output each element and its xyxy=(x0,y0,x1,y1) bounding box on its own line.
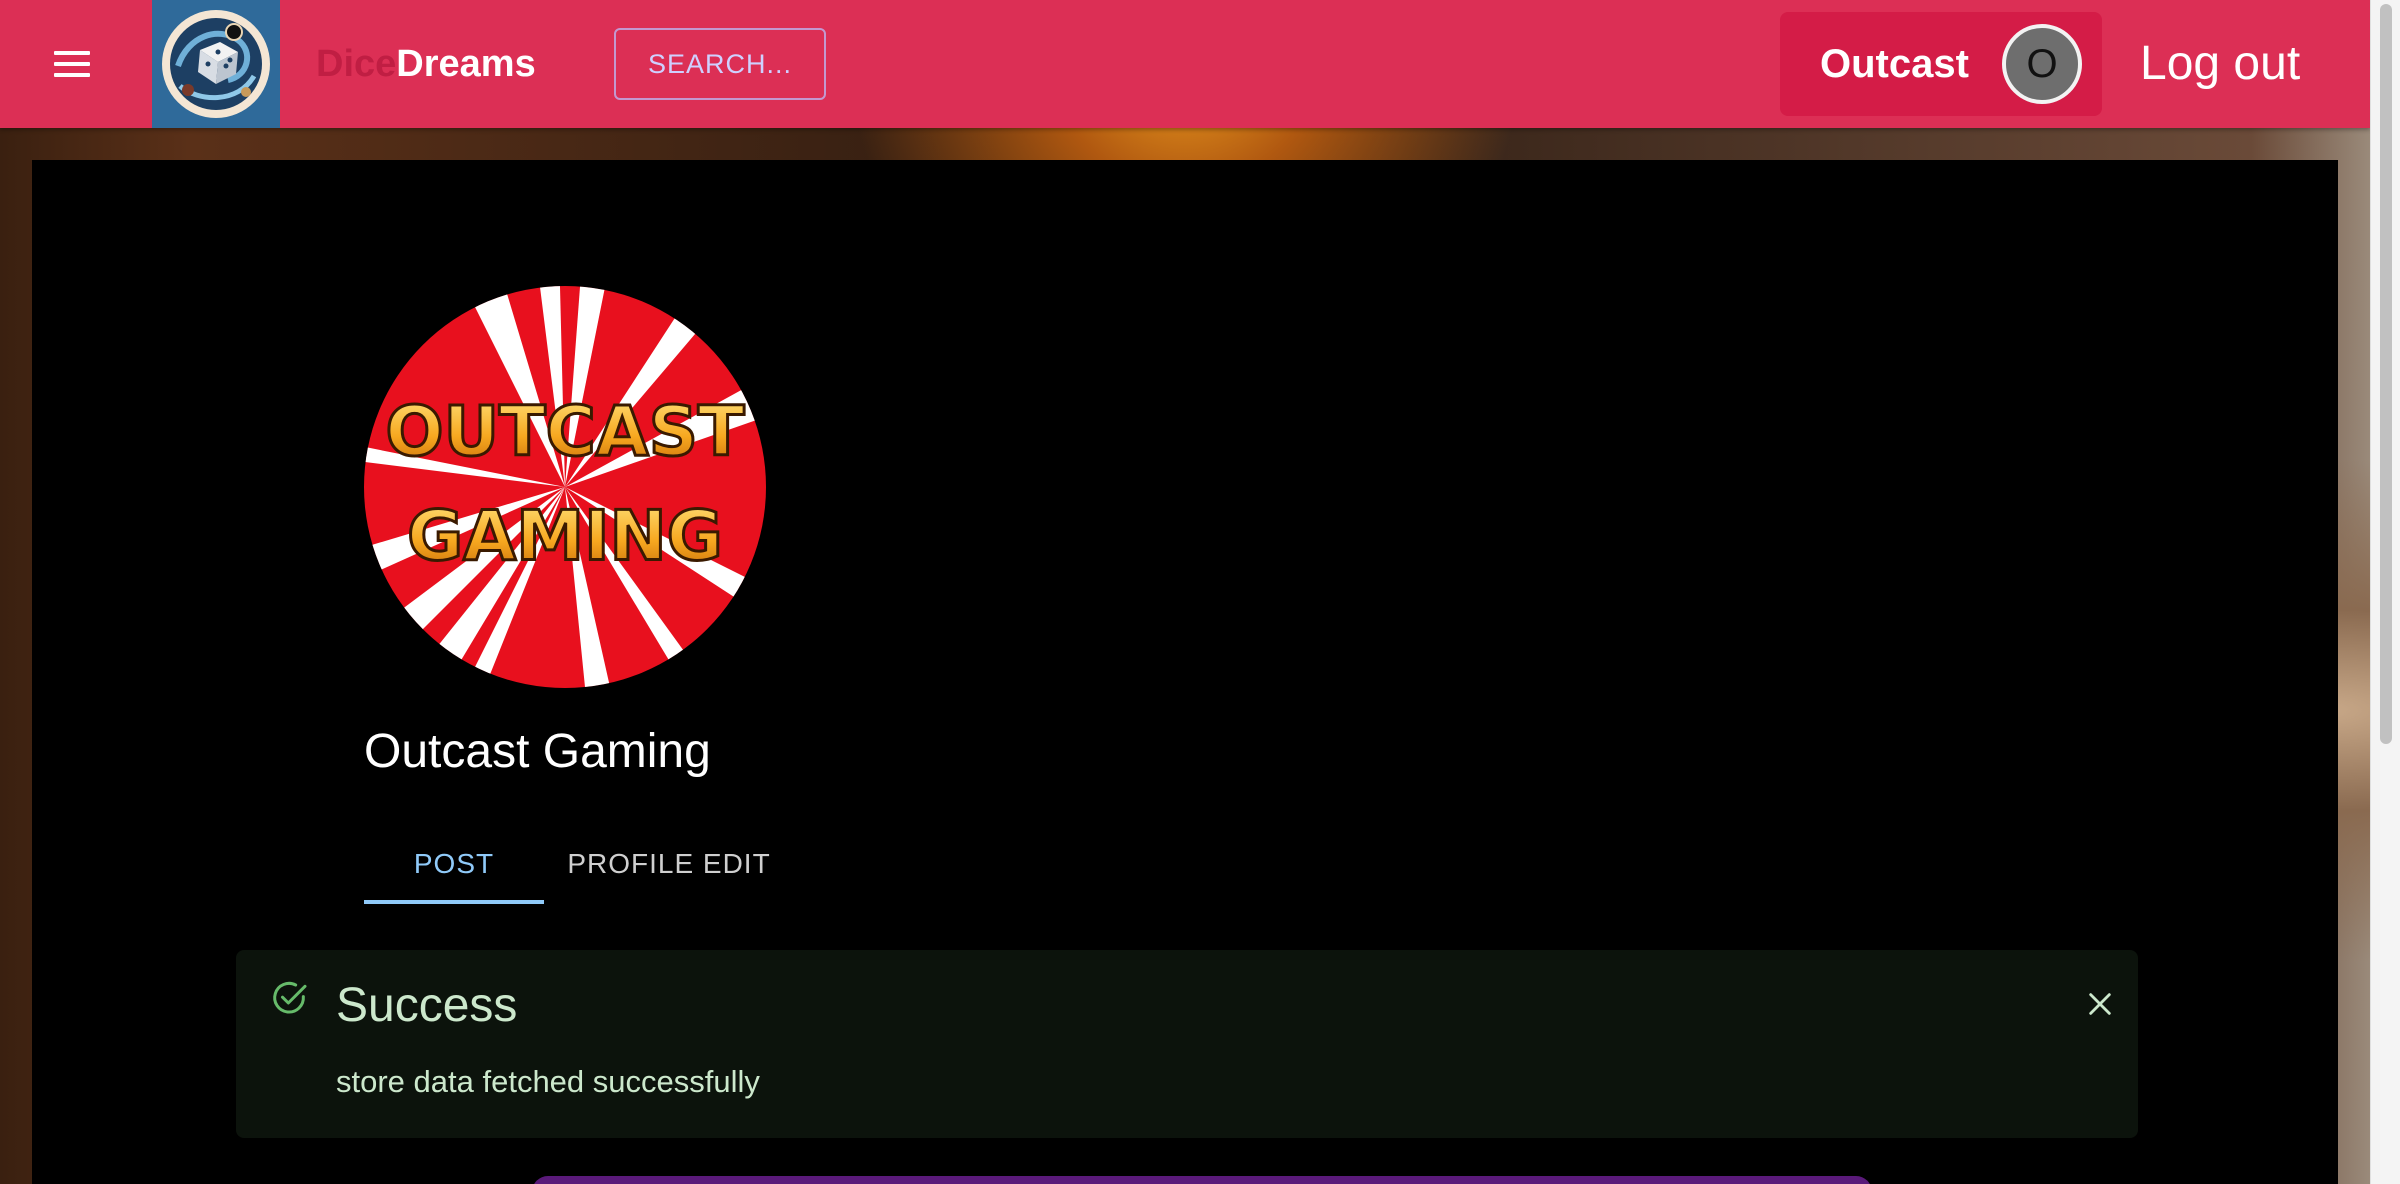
profile-name: Outcast Gaming xyxy=(364,725,711,778)
search-button[interactable]: SEARCH... xyxy=(614,28,826,100)
check-circle-icon xyxy=(273,981,307,1014)
scrollbar-thumb[interactable] xyxy=(2380,4,2392,744)
alert-message: store data fetched successfully xyxy=(336,1064,760,1099)
avatar[interactable]: O xyxy=(2002,24,2082,104)
dice-swirl-logo-icon xyxy=(162,10,270,118)
hamburger-icon-line xyxy=(54,73,90,77)
success-alert: Success store data fetched successfully xyxy=(236,950,2138,1138)
alert-title: Success xyxy=(336,979,518,1032)
alert-close-button[interactable] xyxy=(2076,980,2124,1028)
brand-part-dice: Dice xyxy=(316,43,397,85)
brand-title[interactable]: DiceDreams xyxy=(316,40,536,88)
site-logo[interactable] xyxy=(152,0,280,128)
profile-panel: OUTCAST GAMING Outcast Gaming POST PROFI… xyxy=(32,160,2338,1184)
post-card-edge xyxy=(532,1176,1872,1184)
page-scrollbar[interactable] xyxy=(2370,0,2400,1184)
logout-button[interactable]: Log out xyxy=(2140,36,2300,92)
app-bar: DiceDreams SEARCH... Outcast O Log out xyxy=(0,0,2370,128)
profile-logo: OUTCAST GAMING xyxy=(364,286,766,688)
tab-indicator xyxy=(364,900,544,904)
menu-button[interactable] xyxy=(40,36,104,92)
close-icon xyxy=(2089,993,2111,1015)
user-menu[interactable]: Outcast O xyxy=(1780,12,2102,116)
hamburger-icon-line xyxy=(54,62,90,66)
tab-profile-edit[interactable]: PROFILE EDIT xyxy=(544,824,794,904)
page-background: DiceDreams SEARCH... Outcast O Log out O… xyxy=(0,0,2370,1184)
hamburger-icon-line xyxy=(54,51,90,55)
profile-logo-line1: OUTCAST xyxy=(385,393,744,472)
tab-post[interactable]: POST xyxy=(364,824,544,904)
user-name: Outcast xyxy=(1820,42,1969,86)
brand-part-dreams: Dreams xyxy=(396,43,536,85)
profile-logo-line2: GAMING xyxy=(407,497,723,576)
